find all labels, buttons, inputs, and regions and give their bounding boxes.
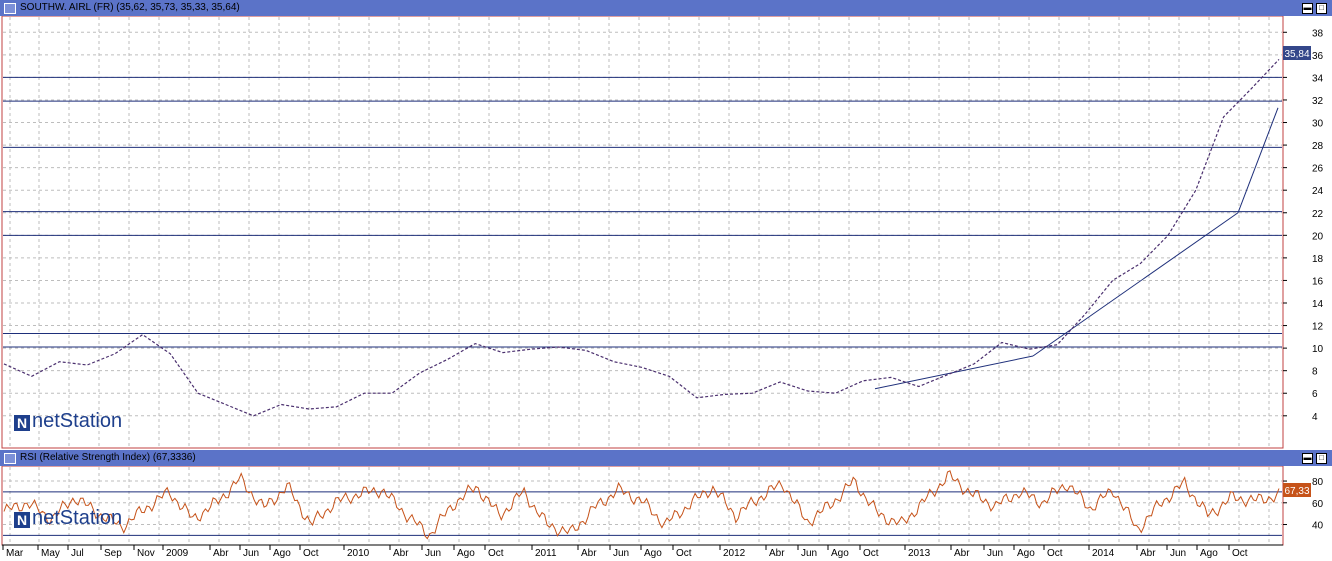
x-axis-tick-label: Abr <box>213 548 229 559</box>
x-axis-tick-label: 2012 <box>723 548 746 559</box>
x-axis-tick-label: Oct <box>676 548 692 559</box>
price-y-tick-label: 28 <box>1312 141 1324 152</box>
x-axis-tick-label: Jun <box>801 548 817 559</box>
price-y-tick-label: 12 <box>1312 322 1324 333</box>
x-axis-tick-label: Abr <box>393 548 409 559</box>
netstation-logo-icon: N <box>14 415 30 431</box>
price-watermark: NnetStation <box>14 410 122 433</box>
price-y-tick-label: 8 <box>1312 367 1318 378</box>
x-axis-tick-label: Ago <box>457 548 475 559</box>
x-axis-tick-label: Sep <box>104 548 122 559</box>
rsi-panel-header: RSI (Relative Strength Index) (67,3336) … <box>0 450 1332 466</box>
x-axis-tick-label: Mar <box>6 548 24 559</box>
x-axis-tick-label: 2009 <box>166 548 189 559</box>
x-axis-tick-label: Jun <box>987 548 1003 559</box>
price-y-tick-label: 6 <box>1312 389 1318 400</box>
price-watermark-brand: netStation <box>32 410 123 432</box>
x-axis-tick-label: Oct <box>863 548 879 559</box>
price-y-tick-label: 14 <box>1312 299 1324 310</box>
price-y-tick-label: 36 <box>1312 51 1324 62</box>
price-chart: 4 6 8 10 12 14 16 18 20 22 24 26 28 30 32 34 36 38 35,84 <box>1 16 1324 449</box>
rsi-y-tick-label: 80 <box>1312 477 1324 488</box>
x-axis-tick-label: Oct <box>488 548 504 559</box>
x-axis-tick-label: Ago <box>831 548 849 559</box>
x-axis-tick-label: Ago <box>1200 548 1218 559</box>
rsi-watermark: NnetStation <box>14 507 122 530</box>
rsi-y-tick-label: 60 <box>1312 499 1324 510</box>
minimize-button[interactable]: ▬ <box>1302 453 1313 464</box>
rsi-y-tick-label: 40 <box>1312 521 1324 532</box>
price-y-tick-label: 16 <box>1312 276 1324 287</box>
x-axis-tick-label: Ago <box>1017 548 1035 559</box>
price-y-tick-label: 20 <box>1312 231 1324 242</box>
x-axis-tick-label: Oct <box>1232 548 1248 559</box>
maximize-button[interactable]: □ <box>1316 453 1327 464</box>
price-y-tick-label: 26 <box>1312 164 1324 175</box>
x-axis-tick-label: Jun <box>613 548 629 559</box>
x-axis-tick-label: 2010 <box>347 548 370 559</box>
maximize-button[interactable]: □ <box>1316 3 1327 14</box>
x-axis-tick-label: Oct <box>1047 548 1063 559</box>
x-axis-tick-label: Abr <box>581 548 597 559</box>
x-axis-tick-label: Jun <box>243 548 259 559</box>
panel-icon <box>4 453 16 464</box>
x-axis-tick-label: Jun <box>425 548 441 559</box>
x-axis-tick-label: Abr <box>954 548 970 559</box>
rsi-watermark-brand: netStation <box>32 507 123 529</box>
rsi-last-value: 67,33 <box>1284 486 1309 497</box>
price-last-value: 35,84 <box>1284 49 1309 60</box>
price-panel-header: SOUTHW. AIRL (FR) (35,62, 35,73, 35,33, … <box>0 0 1332 16</box>
x-axis-tick-label: Ago <box>644 548 662 559</box>
price-y-tick-label: 30 <box>1312 119 1324 130</box>
x-axis-tick-label: 2014 <box>1092 548 1115 559</box>
price-y-tick-label: 38 <box>1312 28 1324 39</box>
price-y-tick-label: 34 <box>1312 73 1324 84</box>
rsi-panel-title: RSI (Relative Strength Index) (67,3336) <box>20 452 196 463</box>
x-axis-tick-label: Jul <box>71 548 84 559</box>
x-axis-tick-label: Abr <box>1140 548 1156 559</box>
rsi-chart: 40 60 80 67,33 Mar May Jul Sep Nov 2009 Abr Jun Ag… <box>1 466 1324 559</box>
price-y-tick-label: 10 <box>1312 344 1324 355</box>
x-axis-tick-label: Abr <box>769 548 785 559</box>
price-y-tick-label: 32 <box>1312 96 1324 107</box>
x-axis-tick-label: 2011 <box>535 548 557 559</box>
netstation-logo-icon: N <box>14 512 30 528</box>
panel-icon <box>4 3 16 14</box>
x-axis-tick-label: Jun <box>1170 548 1186 559</box>
x-axis-tick-label: Nov <box>137 548 155 559</box>
x-axis-tick-label: May <box>41 548 60 559</box>
price-y-tick-label: 24 <box>1312 186 1324 197</box>
price-y-tick-label: 4 <box>1312 412 1318 423</box>
price-panel-title: SOUTHW. AIRL (FR) (35,62, 35,73, 35,33, … <box>20 2 240 13</box>
x-axis-tick-label: Ago <box>273 548 291 559</box>
price-y-tick-label: 18 <box>1312 254 1324 265</box>
x-axis-tick-label: 2013 <box>908 548 931 559</box>
x-axis-tick-label: Oct <box>303 548 319 559</box>
price-y-tick-label: 22 <box>1312 209 1324 220</box>
minimize-button[interactable]: ▬ <box>1302 3 1313 14</box>
